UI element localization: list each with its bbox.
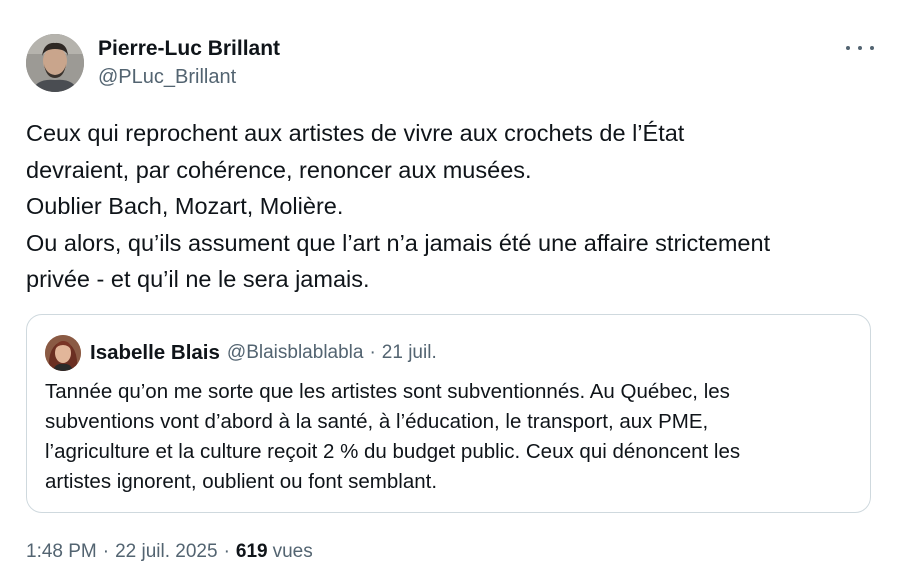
tweet-text: Ceux qui reprochent aux artistes de vivr…	[26, 115, 876, 298]
views-count[interactable]: 619	[236, 541, 268, 563]
tweet-text-line: devraient, par cohérence, renoncer aux m…	[26, 156, 532, 183]
quoted-separator: ·	[369, 342, 376, 363]
more-dot	[858, 46, 862, 50]
tweet-header: Pierre-Luc Brillant @PLuc_Brillant	[26, 34, 280, 92]
author-display-name[interactable]: Pierre-Luc Brillant	[98, 36, 280, 62]
author-names: Pierre-Luc Brillant @PLuc_Brillant	[98, 36, 280, 90]
more-horizontal-icon[interactable]	[846, 38, 874, 58]
tweet-text-line: privée - et qu’il ne le sera jamais.	[26, 266, 370, 292]
quoted-tweet-text: Tannée qu’on me sorte que les artistes s…	[45, 377, 855, 497]
author-handle[interactable]: @PLuc_Brillant	[98, 64, 280, 90]
quoted-author-display-name[interactable]: Isabelle Blais	[90, 341, 220, 365]
quoted-text-line: Tannée qu’on me sorte que les artistes s…	[45, 380, 730, 403]
tweet-text-line: Ou alors, qu’ils assument que l’art n’a …	[26, 229, 771, 256]
quoted-text-line: subventions vont d’abord à la santé, à l…	[45, 410, 709, 433]
quoted-author-avatar[interactable]	[45, 335, 81, 371]
quoted-tweet-date[interactable]: 21 juil.	[382, 342, 437, 364]
quoted-tweet-header: Isabelle Blais @Blaisblablabla · 21 juil…	[45, 335, 437, 371]
tweet: Pierre-Luc Brillant @PLuc_Brillant Ceux …	[0, 0, 906, 580]
quoted-author-handle[interactable]: @Blaisblablabla	[227, 342, 364, 364]
author-avatar[interactable]	[26, 34, 84, 92]
tweet-meta: 1:48 PM · 22 juil. 2025 · 619 vues	[26, 541, 313, 563]
quoted-tweet[interactable]: Isabelle Blais @Blaisblablabla · 21 juil…	[26, 314, 871, 513]
quoted-text-line: l’agriculture et la culture reçoit 2 % d…	[45, 440, 741, 463]
meta-separator: ·	[223, 541, 230, 562]
meta-separator: ·	[102, 541, 110, 562]
views-label: vues	[272, 541, 313, 562]
tweet-date[interactable]: 22 juil. 2025	[115, 541, 217, 563]
more-dot	[870, 46, 874, 50]
tweet-time[interactable]: 1:48 PM	[26, 541, 97, 563]
more-dot	[846, 46, 850, 50]
quoted-text-line: artistes ignorent, oublient ou font semb…	[45, 470, 438, 493]
tweet-text-line: Ceux qui reprochent aux artistes de vivr…	[26, 120, 685, 146]
tweet-text-line: Oublier Bach, Mozart, Molière.	[26, 193, 344, 219]
